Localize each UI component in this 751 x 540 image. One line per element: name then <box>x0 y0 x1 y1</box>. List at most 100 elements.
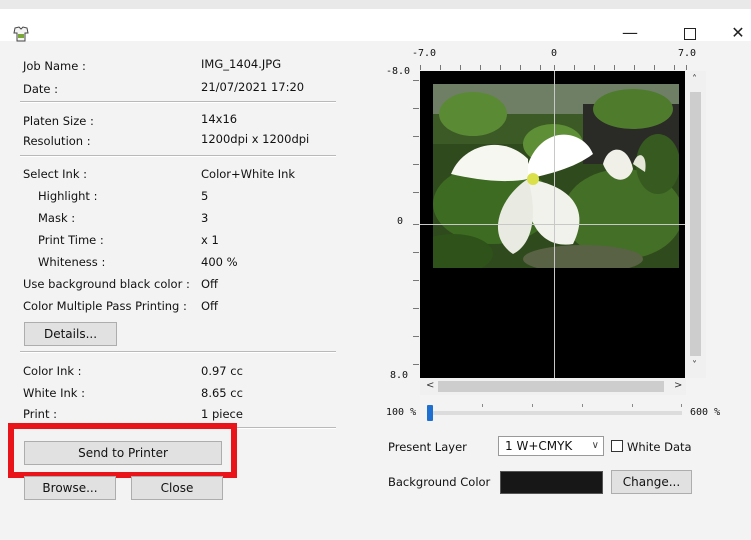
maximize-icon <box>684 28 696 40</box>
present-layer-value: 1 W+CMYK <box>505 439 573 453</box>
background-color-swatch <box>500 471 603 494</box>
background-color-label: Background Color <box>388 475 491 489</box>
ruler-tick <box>686 65 687 70</box>
highlight-label: Highlight : <box>38 189 98 203</box>
scroll-down-icon[interactable]: ˅ <box>692 360 697 371</box>
white-data-checkbox[interactable] <box>611 440 623 452</box>
slider-tick <box>532 404 533 407</box>
printer-app-icon <box>13 26 29 42</box>
ruler-tick <box>440 65 441 70</box>
close-button[interactable]: Close <box>131 476 223 500</box>
ruler-tick <box>413 136 419 137</box>
zoom-min-label: 100 % <box>386 407 417 418</box>
ruler-tick <box>614 65 615 70</box>
title-bar: — ✕ <box>0 9 751 43</box>
zoom-slider-track[interactable] <box>430 411 682 415</box>
maximize-button[interactable] <box>678 23 702 43</box>
ruler-tick <box>413 308 419 309</box>
color-ink-label: Color Ink : <box>23 364 82 378</box>
highlight-value: 5 <box>201 189 209 203</box>
crosshair-horizontal <box>420 224 686 225</box>
horizontal-scroll-thumb[interactable] <box>438 381 664 392</box>
minimize-button[interactable]: — <box>618 23 642 43</box>
separator <box>20 155 336 157</box>
ruler-tick <box>413 108 419 109</box>
slider-tick <box>681 404 682 407</box>
bg-black-value: Off <box>201 277 218 291</box>
resolution-value: 1200dpi x 1200dpi <box>201 132 310 146</box>
ruler-tick <box>574 65 575 70</box>
platen-size-label: Platen Size : <box>23 114 94 128</box>
present-layer-label: Present Layer <box>388 440 467 454</box>
preview-image <box>433 84 679 268</box>
print-time-value: x 1 <box>201 233 219 247</box>
zoom-max-label: 600 % <box>690 407 721 418</box>
ruler-tick <box>413 336 419 337</box>
ruler-tick <box>413 164 419 165</box>
chevron-down-icon: ∨ <box>591 440 599 451</box>
ruler-tick <box>413 192 419 193</box>
date-value: 21/07/2021 17:20 <box>201 80 305 94</box>
zoom-slider-thumb[interactable] <box>427 405 433 421</box>
select-ink-label: Select Ink : <box>23 167 88 181</box>
ruler-tick <box>413 224 419 225</box>
ruler-left-bottom: 8.0 <box>390 370 409 381</box>
close-window-button[interactable]: ✕ <box>726 23 750 43</box>
separator <box>20 351 336 353</box>
print-label: Print : <box>23 407 57 421</box>
vertical-scroll-thumb[interactable] <box>690 92 701 356</box>
job-name-value: IMG_1404.JPG <box>201 57 282 71</box>
mask-value: 3 <box>201 211 209 225</box>
ruler-tick <box>500 65 501 70</box>
scroll-up-icon[interactable]: ˄ <box>692 74 697 85</box>
browse-button[interactable]: Browse... <box>24 476 116 500</box>
ruler-tick <box>554 65 555 70</box>
present-layer-select[interactable]: 1 W+CMYK ∨ <box>498 436 604 456</box>
ruler-tick <box>413 280 419 281</box>
color-ink-value: 0.97 cc <box>201 364 243 378</box>
ruler-left-top: -8.0 <box>386 66 411 77</box>
change-color-button[interactable]: Change... <box>611 470 692 494</box>
white-data-label[interactable]: White Data <box>627 440 692 454</box>
ruler-top-right: 7.0 <box>678 48 697 59</box>
slider-tick <box>482 404 483 407</box>
ruler-tick <box>674 65 675 70</box>
platen-size-value: 14x16 <box>201 112 238 126</box>
ruler-left-center: 0 <box>397 216 404 227</box>
highlight-frame <box>8 423 237 478</box>
date-label: Date : <box>23 82 59 96</box>
ruler-tick <box>480 65 481 70</box>
ruler-tick <box>594 65 595 70</box>
slider-tick <box>632 404 633 407</box>
ruler-tick <box>654 65 655 70</box>
print-value: 1 piece <box>201 407 243 421</box>
select-ink-value: Color+White Ink <box>201 167 296 181</box>
ruler-tick <box>634 65 635 70</box>
bg-black-label: Use background black color : <box>23 277 190 291</box>
print-preview-window: — ✕ Job Name : IMG_1404.JPG Date : 21/07… <box>0 0 751 540</box>
resolution-label: Resolution : <box>23 134 91 148</box>
scroll-left-icon[interactable]: < <box>426 380 434 391</box>
ruler-tick <box>413 364 419 365</box>
separator <box>20 101 336 103</box>
ruler-tick <box>460 65 461 70</box>
multi-pass-label: Color Multiple Pass Printing : <box>23 299 187 313</box>
print-time-label: Print Time : <box>38 233 104 247</box>
ruler-top-left: -7.0 <box>412 48 437 59</box>
ruler-tick <box>540 65 541 70</box>
ruler-tick <box>413 80 419 81</box>
white-ink-value: 8.65 cc <box>201 386 243 400</box>
slider-tick <box>582 404 583 407</box>
white-ink-label: White Ink : <box>23 386 85 400</box>
whiteness-value: 400 % <box>201 255 238 269</box>
details-button[interactable]: Details... <box>24 322 117 346</box>
scroll-right-icon[interactable]: > <box>674 380 682 391</box>
mask-label: Mask : <box>38 211 76 225</box>
ruler-tick <box>520 65 521 70</box>
multi-pass-value: Off <box>201 299 218 313</box>
ruler-tick <box>413 252 419 253</box>
job-name-label: Job Name : <box>23 59 86 73</box>
ruler-tick <box>420 65 421 70</box>
ruler-top-center: 0 <box>551 48 558 59</box>
top-strip <box>0 0 751 9</box>
